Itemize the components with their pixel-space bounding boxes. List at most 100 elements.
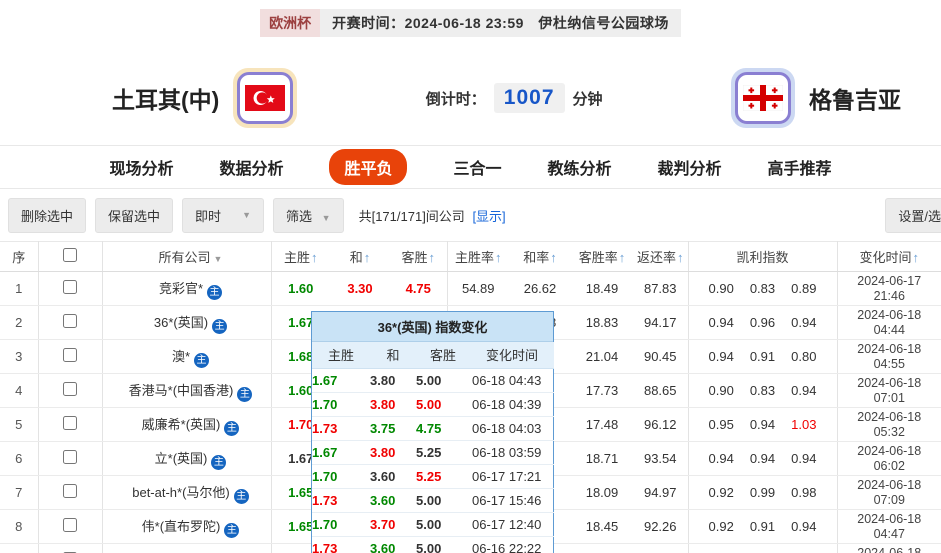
- change-date: 2024-06-18: [857, 307, 922, 322]
- countdown: 倒计时： 1007 分钟: [426, 83, 603, 113]
- kelly-away: 0.94: [791, 315, 817, 330]
- turkey-flag-icon: [237, 72, 294, 124]
- company-count-value: 共[171/171]间公司: [358, 208, 465, 224]
- away-rate: 18.09: [571, 475, 633, 510]
- col-return-rate[interactable]: 返还率↑: [633, 241, 689, 272]
- show-link[interactable]: [显示]: [472, 209, 505, 224]
- kelly-values: 0.95 0.94 1.03: [688, 407, 838, 442]
- kelly-values: 0.94 0.91 0.80: [688, 339, 838, 374]
- popup-home-odds: 1.70: [312, 464, 370, 489]
- row-seq: 6: [0, 441, 39, 476]
- filter-dropdown[interactable]: 筛选 ▼: [273, 197, 344, 233]
- company-cell[interactable]: 伟*(直布罗陀) 主: [102, 509, 272, 544]
- col-away-odds[interactable]: 客胜↑: [390, 241, 448, 272]
- col-draw-rate[interactable]: 和率↑: [509, 241, 571, 272]
- change-date: 2024-06-18: [857, 443, 922, 458]
- kelly-values: 0.92 0.91 0.94: [688, 509, 838, 544]
- return-rate: 96.12: [633, 407, 689, 442]
- caret-down-icon: ▼: [242, 210, 252, 220]
- popup-away-odds: 4.75: [416, 416, 470, 441]
- georgia-flag-icon: [734, 72, 791, 124]
- sort-asc-icon: ↑: [677, 250, 684, 265]
- away-rate: 18.83: [571, 305, 633, 340]
- away-rate: 18.71: [571, 441, 633, 476]
- live-dropdown[interactable]: 即时 ▼: [182, 197, 265, 233]
- change-time: 2024-06-18 04:47: [837, 509, 941, 544]
- popup-home-odds: 1.73: [312, 416, 370, 441]
- tab-three-in-one[interactable]: 三合一: [453, 155, 501, 179]
- kelly-away: 0.94: [791, 451, 817, 466]
- return-rate: 93.54: [633, 441, 689, 476]
- tab-referee-analysis[interactable]: 裁判分析: [658, 155, 722, 179]
- tab-data-analysis[interactable]: 数据分析: [219, 155, 283, 179]
- keep-selected-button[interactable]: 保留选中: [95, 197, 174, 233]
- kelly-draw: 0.83: [749, 383, 776, 398]
- caret-down-icon: ▼: [321, 212, 331, 223]
- col-home-rate[interactable]: 主胜率↑: [447, 241, 509, 272]
- select-all-checkbox-cell: [38, 241, 103, 272]
- row-checkbox[interactable]: [63, 416, 77, 430]
- popup-home-odds: 1.70: [312, 392, 370, 417]
- col-draw-odds[interactable]: 和↑: [330, 241, 390, 272]
- row-checkbox[interactable]: [63, 382, 77, 396]
- col-change-time[interactable]: 变化时间↑: [837, 241, 941, 272]
- popup-change-time: 06-18 04:03: [470, 416, 554, 441]
- col-home-odds[interactable]: 主胜↑: [271, 241, 330, 272]
- countdown-value: 1007: [493, 83, 565, 113]
- filter-label: 筛选: [286, 208, 313, 224]
- row-checkbox-cell: [38, 407, 103, 442]
- popup-title: 36*(英国) 指数变化: [312, 312, 553, 342]
- tab-coach-analysis[interactable]: 教练分析: [548, 155, 612, 179]
- away-rate: 18.49: [571, 271, 633, 306]
- kelly-draw: 0.91: [749, 349, 776, 364]
- tab-live-analysis[interactable]: 现场分析: [109, 155, 173, 179]
- main-badge-icon: 主: [207, 284, 223, 300]
- row-checkbox-cell: [38, 475, 103, 510]
- company-cell[interactable]: 易*(安提瓜和巴布达)主: [102, 543, 272, 553]
- row-checkbox[interactable]: [63, 484, 77, 498]
- col-away-rate[interactable]: 客胜率↑: [571, 241, 633, 272]
- row-checkbox[interactable]: [63, 518, 77, 532]
- change-time: 2024-06-18 06:02: [837, 441, 941, 476]
- row-seq: 4: [0, 373, 39, 408]
- popup-change-time: 06-16 22:22: [470, 536, 554, 553]
- sort-asc-icon: ↑: [428, 250, 436, 265]
- tab-win-draw-lose[interactable]: 胜平负: [329, 149, 408, 185]
- company-cell[interactable]: 竞彩官* 主: [102, 271, 272, 306]
- company-cell[interactable]: 澳* 主: [102, 339, 272, 374]
- popup-row: 1.73 3.60 5.00 06-17 15:46: [312, 488, 554, 513]
- settings-select-button[interactable]: 设置/选择: [885, 198, 941, 233]
- kelly-home: 0.92: [708, 519, 734, 534]
- kelly-home: 0.94: [708, 451, 734, 466]
- sort-asc-icon: ↑: [912, 250, 920, 265]
- match-meta-bar: 欧洲杯 开赛时间：2024-06-18 23:59 伊杜纳信号公园球场: [0, 0, 941, 37]
- row-checkbox[interactable]: [63, 348, 77, 362]
- change-date: 2024-06-18: [857, 511, 922, 526]
- company-cell[interactable]: 香港马*(中国香港) 主: [102, 373, 272, 408]
- company-cell[interactable]: 威廉希*(英国) 主: [102, 407, 272, 442]
- kelly-home: 0.95: [708, 417, 734, 432]
- popup-change-time: 06-18 03:59: [470, 440, 554, 465]
- caret-down-icon: ▼: [213, 254, 223, 264]
- popup-header-row: 主胜 和 客胜 变化时间: [312, 342, 554, 369]
- company-cell[interactable]: 立*(英国) 主: [102, 441, 272, 476]
- col-company[interactable]: 所有公司 ▼: [102, 241, 272, 272]
- popup-row: 1.67 3.80 5.25 06-18 03:59: [312, 440, 554, 465]
- change-time: 2024-06-18 07:09: [837, 475, 941, 510]
- tab-expert-recommend[interactable]: 高手推荐: [768, 155, 832, 179]
- popup-change-time: 06-18 04:39: [470, 392, 554, 417]
- home-odds: 1.60: [271, 271, 330, 306]
- home-team-name: 土耳其(中): [112, 87, 220, 113]
- select-all-checkbox[interactable]: [63, 248, 77, 262]
- company-cell[interactable]: 36*(英国) 主: [102, 305, 272, 340]
- away-rate: 18.45: [571, 509, 633, 544]
- row-checkbox-cell: [38, 305, 103, 340]
- sort-asc-icon: ↑: [311, 250, 318, 265]
- company-count-text: 共[171/171]间公司 [显示]: [359, 206, 506, 225]
- company-cell[interactable]: bet-at-h*(马尔他) 主: [102, 475, 272, 510]
- row-checkbox[interactable]: [63, 314, 77, 328]
- teams-row: 土耳其(中) 倒计时： 1007 分钟 格鲁吉亚: [0, 37, 941, 145]
- row-checkbox[interactable]: [63, 280, 77, 294]
- row-checkbox[interactable]: [63, 450, 77, 464]
- delete-selected-button[interactable]: 删除选中: [8, 197, 87, 233]
